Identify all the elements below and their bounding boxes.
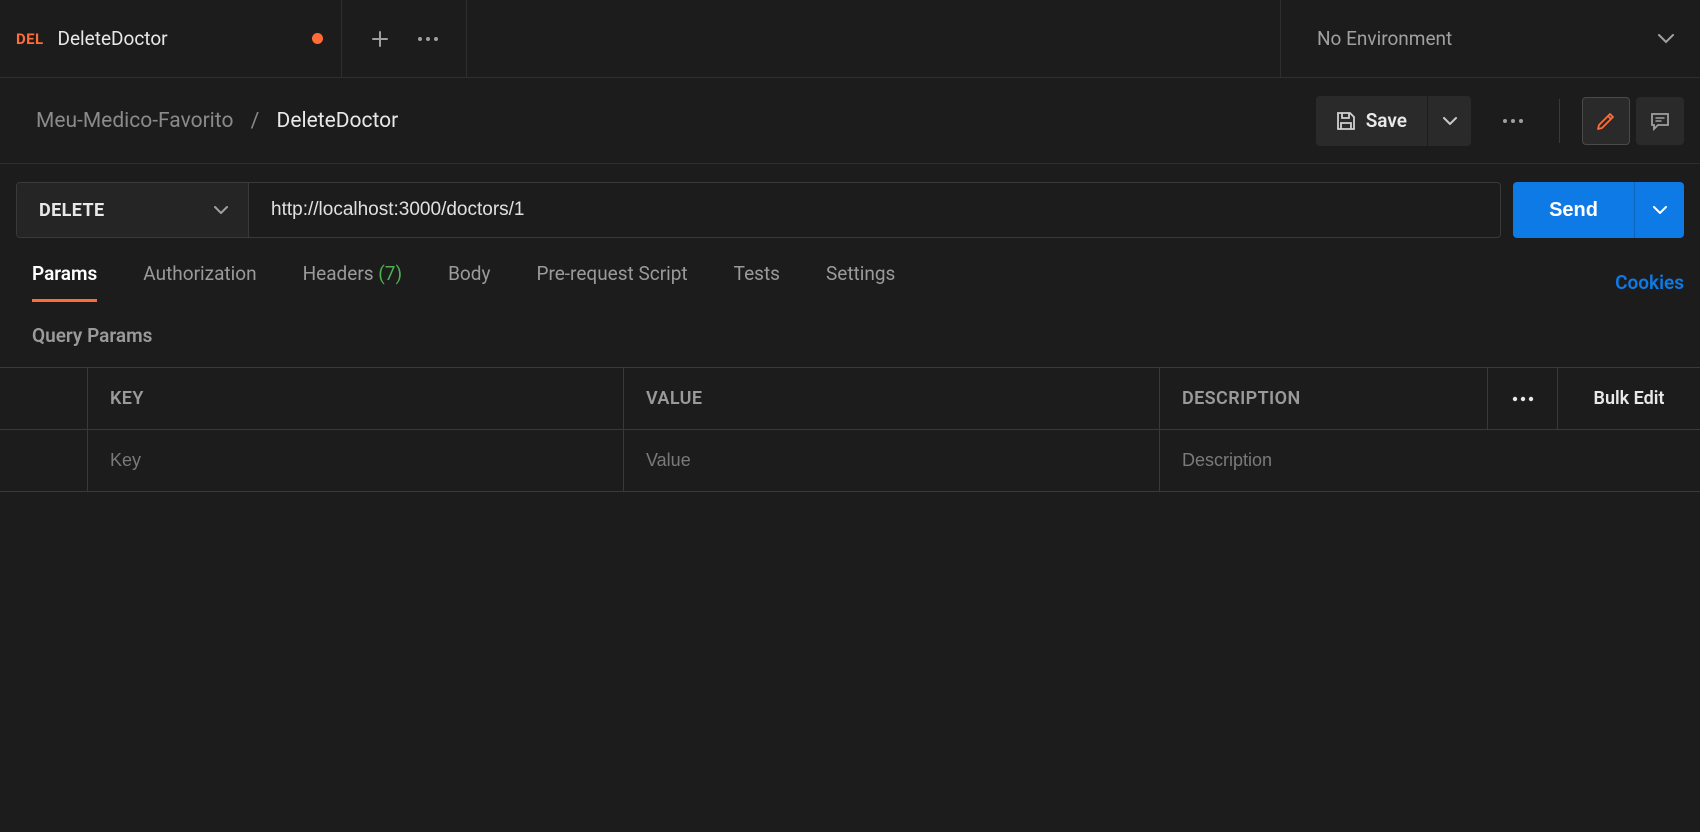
chevron-down-icon xyxy=(1653,206,1667,214)
send-button[interactable]: Send xyxy=(1513,182,1634,238)
params-col-toggle xyxy=(0,368,88,429)
dots-horizontal-icon xyxy=(1512,396,1534,402)
comment-icon xyxy=(1649,110,1671,132)
params-col-key: KEY xyxy=(88,368,624,429)
unsaved-dot-icon xyxy=(312,33,323,44)
method-selector[interactable]: DELETE xyxy=(17,183,249,237)
param-value-cell xyxy=(624,430,1160,491)
params-table-row xyxy=(0,430,1700,492)
environment-selector[interactable]: No Environment xyxy=(1280,0,1700,77)
url-bar: DELETE Send xyxy=(0,164,1700,256)
param-value-input[interactable] xyxy=(646,450,1137,471)
tab-body[interactable]: Body xyxy=(448,262,490,302)
param-row-toggle[interactable] xyxy=(0,430,88,491)
dots-horizontal-icon xyxy=(417,36,439,42)
tab-settings[interactable]: Settings xyxy=(826,262,895,302)
save-icon xyxy=(1336,111,1356,131)
params-col-description: DESCRIPTION xyxy=(1160,368,1488,429)
param-description-input[interactable] xyxy=(1182,450,1678,471)
query-params-heading: Query Params xyxy=(0,302,1700,367)
comments-button[interactable] xyxy=(1636,97,1684,145)
chevron-down-icon xyxy=(1658,34,1674,44)
params-col-value: VALUE xyxy=(624,368,1160,429)
cookies-link[interactable]: Cookies xyxy=(1615,271,1684,294)
tab-actions xyxy=(342,0,467,77)
send-group: Send xyxy=(1513,182,1684,238)
breadcrumb-bar: Meu-Medico-Favorito / DeleteDoctor Save xyxy=(0,78,1700,164)
new-tab-button[interactable] xyxy=(356,15,404,63)
save-dropdown-button[interactable] xyxy=(1427,96,1471,146)
tab-headers-count: (7) xyxy=(378,262,402,285)
request-more-button[interactable] xyxy=(1489,96,1537,146)
param-key-cell xyxy=(88,430,624,491)
method-label: DELETE xyxy=(39,200,105,221)
bulk-edit-button[interactable]: Bulk Edit xyxy=(1558,368,1700,429)
tab-tests[interactable]: Tests xyxy=(734,262,780,302)
param-description-cell xyxy=(1160,430,1700,491)
chevron-down-icon xyxy=(1443,117,1457,125)
documentation-button[interactable] xyxy=(1582,97,1630,145)
dots-horizontal-icon xyxy=(1502,118,1524,124)
breadcrumb-separator: / xyxy=(251,109,260,133)
params-table: KEY VALUE DESCRIPTION Bulk Edit xyxy=(0,367,1700,492)
tab-authorization[interactable]: Authorization xyxy=(143,262,256,302)
breadcrumb-current: DeleteDoctor xyxy=(277,109,399,133)
url-input[interactable] xyxy=(249,183,1500,237)
url-group: DELETE xyxy=(16,182,1501,238)
environment-label: No Environment xyxy=(1317,27,1452,50)
send-dropdown-button[interactable] xyxy=(1634,182,1684,238)
tab-title: DeleteDoctor xyxy=(58,27,312,50)
side-icons xyxy=(1582,97,1684,145)
tabs-more-button[interactable] xyxy=(404,15,452,63)
plus-icon xyxy=(370,29,390,49)
tabs-bar: DEL DeleteDoctor No Environment xyxy=(0,0,1700,78)
chevron-down-icon xyxy=(214,206,228,214)
tab-params[interactable]: Params xyxy=(32,262,97,302)
pencil-icon xyxy=(1595,110,1617,132)
save-group: Save xyxy=(1316,96,1471,146)
request-subtabs: Params Authorization Headers (7) Body Pr… xyxy=(0,256,1700,302)
save-button[interactable]: Save xyxy=(1316,96,1427,146)
divider xyxy=(1559,99,1560,143)
breadcrumb-collection[interactable]: Meu-Medico-Favorito xyxy=(36,109,233,133)
tab-method-badge: DEL xyxy=(16,30,44,48)
tab-prerequest[interactable]: Pre-request Script xyxy=(536,262,687,302)
params-table-header-row: KEY VALUE DESCRIPTION Bulk Edit xyxy=(0,367,1700,430)
param-key-input[interactable] xyxy=(110,450,601,471)
params-col-options[interactable] xyxy=(1488,368,1558,429)
tab-headers-label: Headers xyxy=(303,262,374,285)
tab-headers[interactable]: Headers (7) xyxy=(303,262,403,302)
save-label: Save xyxy=(1366,109,1407,132)
breadcrumb: Meu-Medico-Favorito / DeleteDoctor xyxy=(36,109,398,133)
tab-delete-doctor[interactable]: DEL DeleteDoctor xyxy=(0,0,342,77)
